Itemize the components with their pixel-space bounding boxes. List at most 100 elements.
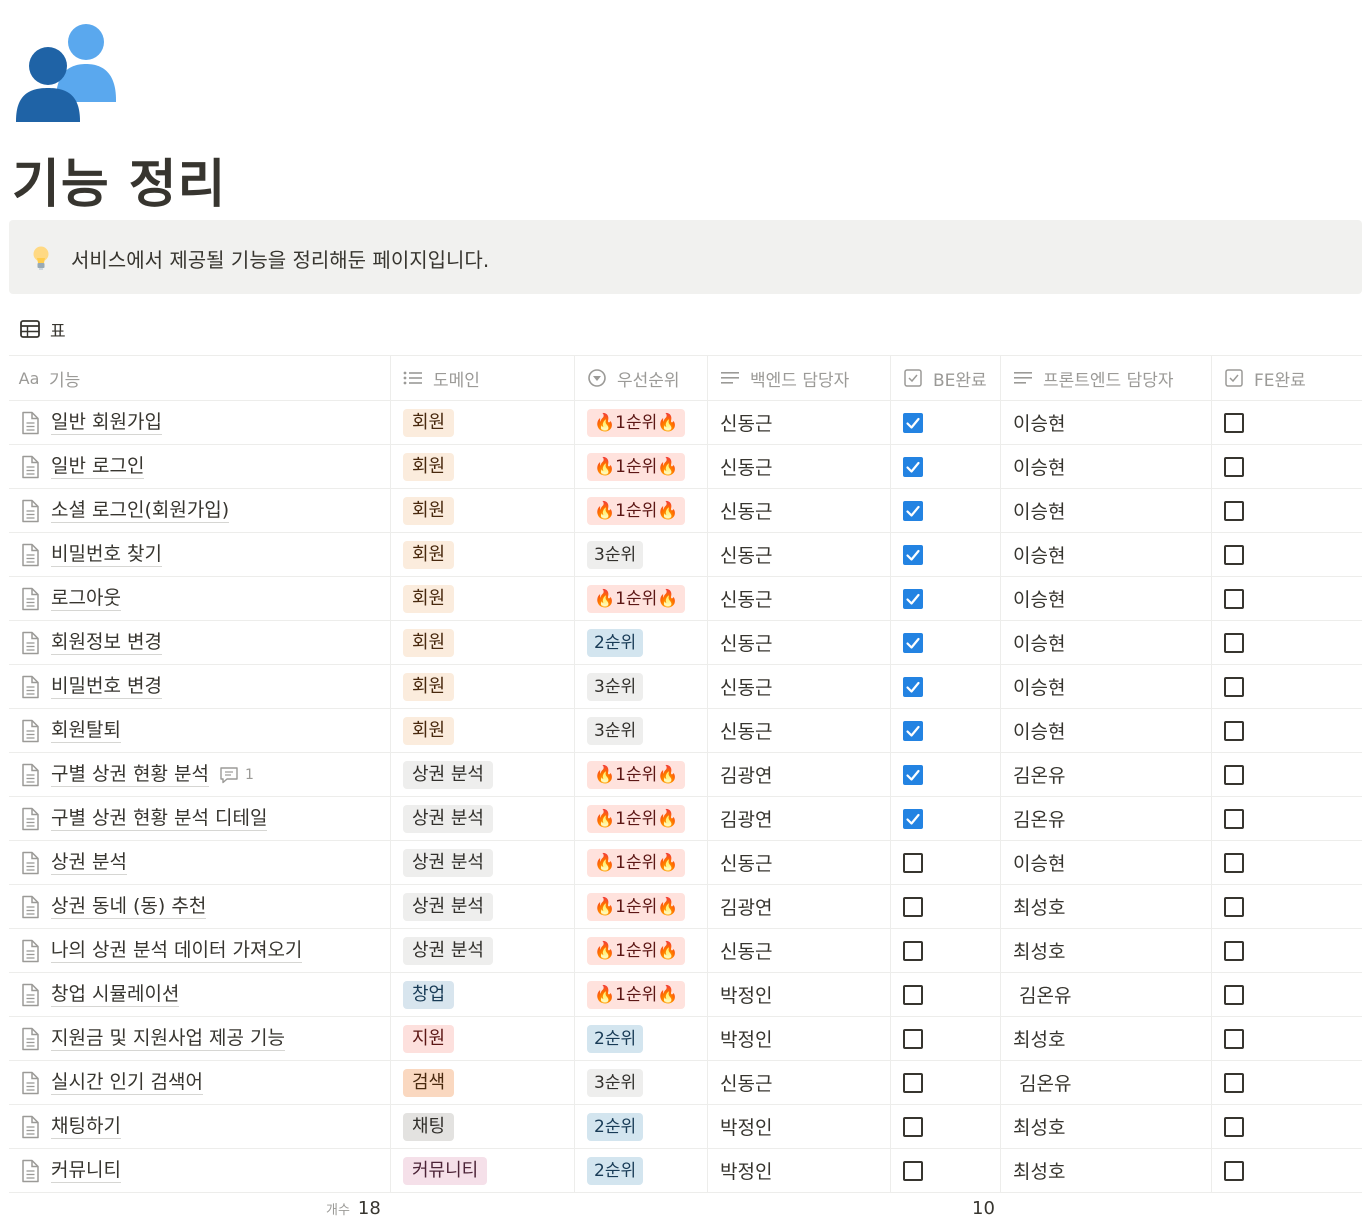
cell-name[interactable]: 실시간 인기 검색어 (9, 1061, 391, 1104)
be-done-checkbox[interactable] (903, 632, 923, 653)
table-row[interactable]: 회원정보 변경 회원 2순위 신동근 이승현 (9, 621, 1362, 665)
cell-name[interactable]: 비밀번호 변경 (9, 665, 391, 708)
cell-domain[interactable]: 회원 (391, 445, 575, 488)
cell-backend[interactable]: 신동근 (708, 1061, 891, 1104)
cell-backend[interactable]: 박정인 (708, 973, 891, 1016)
table-row[interactable]: 구별 상권 현황 분석 1 상권 분석 🔥1순위🔥 김광연 김온유 (9, 753, 1362, 797)
cell-domain[interactable]: 상권 분석 (391, 797, 575, 840)
cell-frontend[interactable]: 이승현 (1001, 841, 1212, 884)
be-done-checkbox[interactable] (903, 896, 923, 917)
fe-done-checkbox[interactable] (1224, 852, 1244, 873)
be-done-checkbox[interactable] (903, 456, 923, 477)
be-done-checkbox[interactable] (903, 1072, 923, 1093)
cell-name[interactable]: 지원금 및 지원사업 제공 기능 (9, 1017, 391, 1060)
cell-name[interactable]: 회원탈퇴 (9, 709, 391, 752)
cell-backend[interactable]: 신동근 (708, 445, 891, 488)
column-header-frontend[interactable]: 프론트엔드 담당자 (1001, 356, 1212, 400)
cell-name[interactable]: 구별 상권 현황 분석 1 (9, 753, 391, 796)
be-done-checkbox[interactable] (903, 764, 923, 785)
cell-backend[interactable]: 신동근 (708, 489, 891, 532)
fe-done-checkbox[interactable] (1224, 808, 1244, 829)
be-done-checkbox[interactable] (903, 808, 923, 829)
cell-domain[interactable]: 회원 (391, 621, 575, 664)
cell-frontend[interactable]: 이승현 (1001, 577, 1212, 620)
cell-frontend[interactable]: 이승현 (1001, 489, 1212, 532)
cell-name[interactable]: 상권 동네 (동) 추천 (9, 885, 391, 928)
feature-name[interactable]: 상권 분석 (51, 850, 127, 875)
cell-priority[interactable]: 🔥1순위🔥 (575, 929, 708, 972)
table-row[interactable]: 지원금 및 지원사업 제공 기능 지원 2순위 박정인 최성호 (9, 1017, 1362, 1061)
fe-done-checkbox[interactable] (1224, 456, 1244, 477)
table-row[interactable]: 상권 분석 상권 분석 🔥1순위🔥 신동근 이승현 (9, 841, 1362, 885)
fe-done-checkbox[interactable] (1224, 940, 1244, 961)
table-row[interactable]: 회원탈퇴 회원 3순위 신동근 이승현 (9, 709, 1362, 753)
table-row[interactable]: 비밀번호 찾기 회원 3순위 신동근 이승현 (9, 533, 1362, 577)
cell-priority[interactable]: 🔥1순위🔥 (575, 885, 708, 928)
cell-backend[interactable]: 신동근 (708, 929, 891, 972)
cell-name[interactable]: 소셜 로그인(회원가입) (9, 489, 391, 532)
feature-name[interactable]: 상권 동네 (동) 추천 (51, 894, 207, 919)
cell-name[interactable]: 구별 상권 현황 분석 디테일 (9, 797, 391, 840)
cell-name[interactable]: 회원정보 변경 (9, 621, 391, 664)
fe-done-checkbox[interactable] (1224, 1028, 1244, 1049)
cell-domain[interactable]: 회원 (391, 401, 575, 444)
feature-name[interactable]: 창업 시뮬레이션 (51, 982, 180, 1007)
cell-domain[interactable]: 회원 (391, 709, 575, 752)
fe-done-checkbox[interactable] (1224, 764, 1244, 785)
feature-name[interactable]: 커뮤니티 (51, 1158, 121, 1183)
cell-frontend[interactable]: 최성호 (1001, 885, 1212, 928)
feature-name[interactable]: 실시간 인기 검색어 (51, 1070, 203, 1095)
table-row[interactable]: 창업 시뮬레이션 창업 🔥1순위🔥 박정인 김온유 (9, 973, 1362, 1017)
fe-done-checkbox[interactable] (1224, 632, 1244, 653)
cell-name[interactable]: 비밀번호 찾기 (9, 533, 391, 576)
feature-name[interactable]: 구별 상권 현황 분석 (51, 762, 209, 787)
cell-priority[interactable]: 3순위 (575, 1061, 708, 1104)
column-header-be-done[interactable]: BE완료 (891, 356, 1001, 400)
cell-domain[interactable]: 상권 분석 (391, 885, 575, 928)
feature-name[interactable]: 비밀번호 찾기 (51, 542, 162, 567)
cell-name[interactable]: 채팅하기 (9, 1105, 391, 1148)
cell-backend[interactable]: 신동근 (708, 709, 891, 752)
cell-priority[interactable]: 🔥1순위🔥 (575, 489, 708, 532)
cell-priority[interactable]: 🔥1순위🔥 (575, 797, 708, 840)
cell-name[interactable]: 일반 로그인 (9, 445, 391, 488)
fe-done-checkbox[interactable] (1224, 676, 1244, 697)
fe-done-checkbox[interactable] (1224, 412, 1244, 433)
cell-frontend[interactable]: 이승현 (1001, 621, 1212, 664)
fe-done-checkbox[interactable] (1224, 500, 1244, 521)
cell-domain[interactable]: 커뮤니티 (391, 1149, 575, 1192)
be-done-checkbox[interactable] (903, 1160, 923, 1181)
fe-done-checkbox[interactable] (1224, 1116, 1244, 1137)
cell-backend[interactable]: 김광연 (708, 753, 891, 796)
table-row[interactable]: 소셜 로그인(회원가입) 회원 🔥1순위🔥 신동근 이승현 (9, 489, 1362, 533)
cell-priority[interactable]: 🔥1순위🔥 (575, 401, 708, 444)
cell-priority[interactable]: 🔥1순위🔥 (575, 973, 708, 1016)
feature-name[interactable]: 일반 로그인 (51, 454, 145, 479)
cell-frontend[interactable]: 이승현 (1001, 665, 1212, 708)
table-row[interactable]: 일반 회원가입 회원 🔥1순위🔥 신동근 이승현 (9, 401, 1362, 445)
column-header-domain[interactable]: 도메인 (391, 356, 575, 400)
cell-frontend[interactable]: 이승현 (1001, 533, 1212, 576)
be-done-count[interactable]: 10 (972, 1198, 995, 1219)
feature-name[interactable]: 소셜 로그인(회원가입) (51, 498, 230, 523)
cell-priority[interactable]: 2순위 (575, 621, 708, 664)
table-row[interactable]: 비밀번호 변경 회원 3순위 신동근 이승현 (9, 665, 1362, 709)
cell-domain[interactable]: 회원 (391, 533, 575, 576)
be-done-checkbox[interactable] (903, 412, 923, 433)
cell-backend[interactable]: 박정인 (708, 1149, 891, 1192)
cell-name[interactable]: 일반 회원가입 (9, 401, 391, 444)
table-row[interactable]: 커뮤니티 커뮤니티 2순위 박정인 최성호 (9, 1149, 1362, 1193)
cell-domain[interactable]: 지원 (391, 1017, 575, 1060)
cell-backend[interactable]: 김광연 (708, 797, 891, 840)
cell-name[interactable]: 창업 시뮬레이션 (9, 973, 391, 1016)
cell-priority[interactable]: 3순위 (575, 709, 708, 752)
cell-frontend[interactable]: 김온유 (1001, 973, 1212, 1016)
cell-frontend[interactable]: 이승현 (1001, 445, 1212, 488)
fe-done-checkbox[interactable] (1224, 1160, 1244, 1181)
be-done-checkbox[interactable] (903, 1116, 923, 1137)
be-done-checkbox[interactable] (903, 588, 923, 609)
cell-priority[interactable]: 3순위 (575, 665, 708, 708)
feature-name[interactable]: 로그아웃 (51, 586, 121, 611)
cell-frontend[interactable]: 김온유 (1001, 753, 1212, 796)
cell-name[interactable]: 로그아웃 (9, 577, 391, 620)
